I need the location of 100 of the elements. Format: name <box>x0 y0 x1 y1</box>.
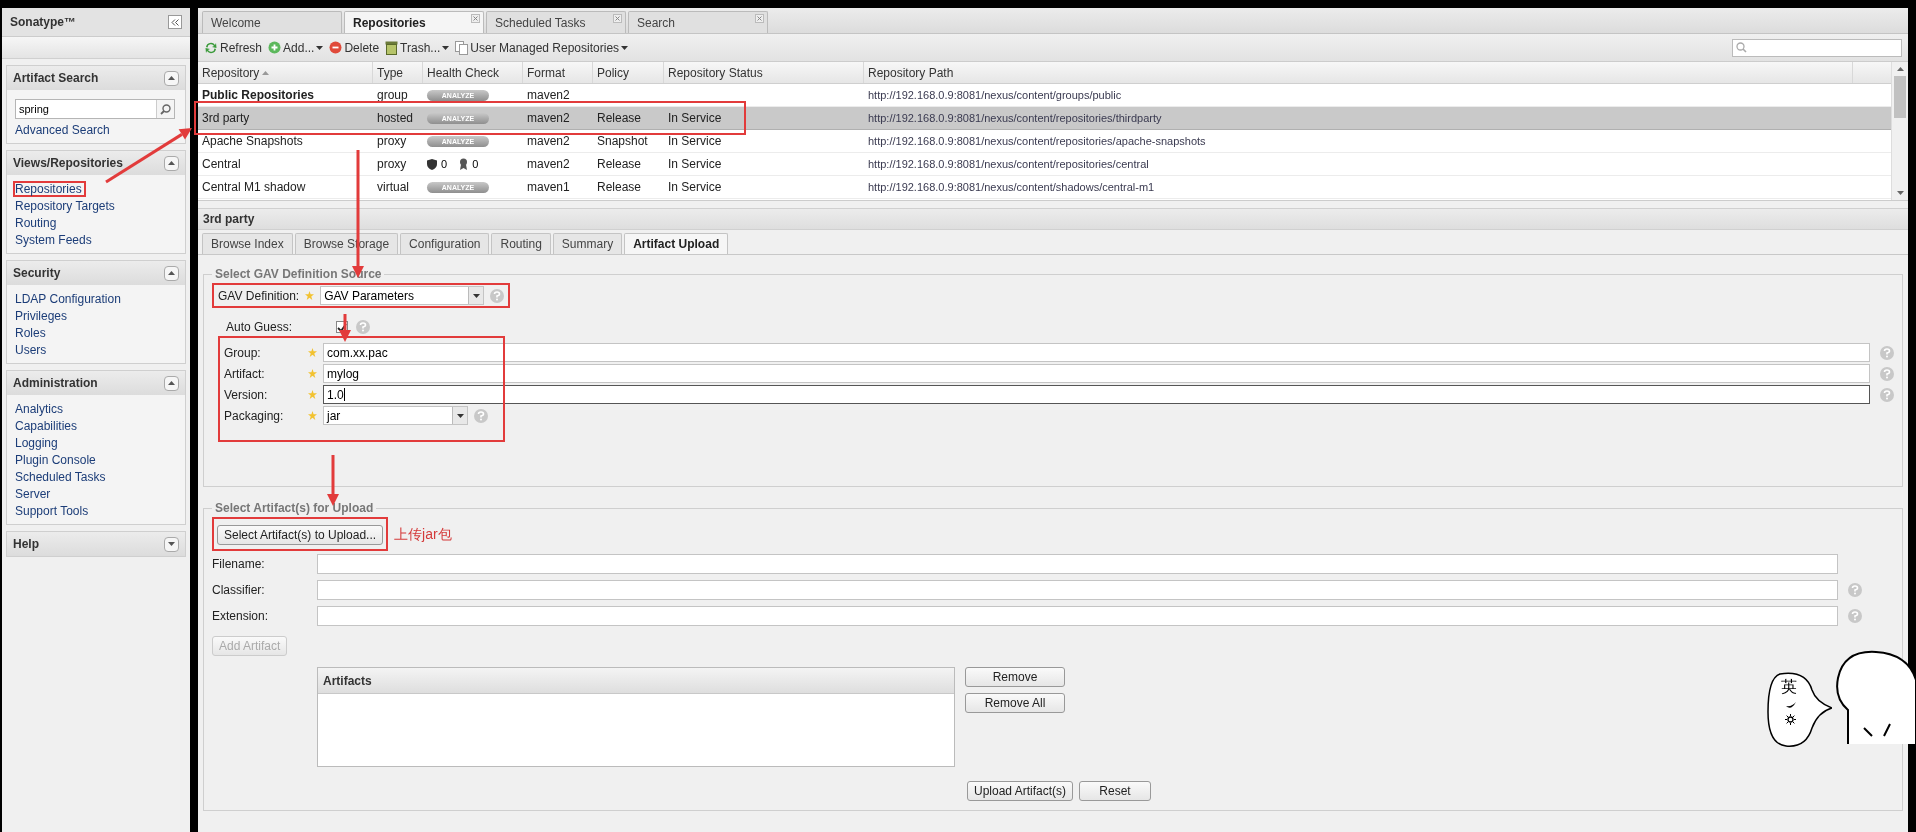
tab[interactable]: Scheduled Tasks <box>486 11 626 33</box>
nav-link[interactable]: Plugin Console <box>13 452 98 468</box>
field-label: Classifier: <box>212 582 266 599</box>
scrollbar[interactable] <box>1891 62 1908 200</box>
toolbar-button[interactable]: Trash... <box>385 38 450 57</box>
caret-icon <box>316 45 324 50</box>
nav-link[interactable]: Capabilities <box>13 418 80 434</box>
nav-link[interactable]: Advanced Search <box>13 122 112 138</box>
text-field[interactable]: 1.0 <box>323 385 1870 404</box>
help-icon[interactable] <box>1880 366 1894 381</box>
tab[interactable]: Welcome <box>202 11 342 33</box>
table-cell-text: 3rd party <box>202 110 250 127</box>
toolbar-button[interactable]: Delete <box>329 38 380 57</box>
collapse-button[interactable] <box>164 155 179 171</box>
table-cell-text: In Service <box>668 179 722 196</box>
panel-title: Help <box>13 536 39 553</box>
column-header[interactable]: Repository Status <box>664 62 864 83</box>
detail-tab[interactable]: Routing <box>491 233 551 254</box>
reset-button[interactable]: Reset <box>1079 781 1152 801</box>
text-field[interactable] <box>317 606 1838 626</box>
filter-field[interactable] <box>1732 38 1902 57</box>
nav-link[interactable]: Privileges <box>13 308 70 324</box>
column-header[interactable]: Health Check <box>423 62 523 83</box>
collapse-sidebar-button[interactable] <box>168 15 182 29</box>
nav-link[interactable]: Roles <box>13 325 48 341</box>
nav-link[interactable]: Support Tools <box>13 503 91 519</box>
remove-button[interactable]: Remove All <box>965 693 1065 713</box>
help-icon[interactable] <box>474 408 488 423</box>
table-cell-text: group <box>377 87 408 104</box>
required-star-icon <box>308 390 317 399</box>
double-chevron-icon <box>171 18 179 26</box>
refresh-icon <box>204 40 218 55</box>
detail-tab[interactable]: Summary <box>552 233 623 254</box>
text-field[interactable]: com.xx.pac <box>323 343 1870 362</box>
help-icon[interactable] <box>356 320 370 334</box>
close-icon[interactable] <box>755 14 764 23</box>
table-cell-text: http://192.168.0.9:8081/nexus/content/repositories/apache-snapshots <box>868 133 1206 149</box>
text-field[interactable] <box>317 580 1838 600</box>
help-icon[interactable] <box>1880 345 1894 360</box>
help-icon[interactable] <box>490 288 505 303</box>
collapse-button[interactable] <box>164 70 179 86</box>
nav-link[interactable]: Scheduled Tasks <box>13 469 108 485</box>
table-cell-text: Release <box>597 110 642 127</box>
expand-button[interactable] <box>164 536 179 552</box>
scroll-down-icon[interactable] <box>1896 191 1904 195</box>
table-cell-text: maven2 <box>527 110 570 127</box>
column-header[interactable]: Policy <box>593 62 664 83</box>
collapse-button[interactable] <box>164 375 179 391</box>
help-icon[interactable] <box>1848 609 1862 623</box>
nav-link[interactable]: Routing <box>13 215 59 231</box>
column-header[interactable]: Repository Path <box>864 62 1853 83</box>
search-field[interactable]: spring <box>15 99 175 119</box>
scrollbar-thumb[interactable] <box>1894 76 1906 118</box>
table-cell-text: virtual <box>377 179 409 196</box>
nav-link[interactable]: Users <box>13 342 49 358</box>
tab[interactable]: Repositories <box>344 11 484 33</box>
detail-tab[interactable]: Configuration <box>400 233 490 254</box>
nav-link[interactable]: System Feeds <box>13 232 94 248</box>
caret-up-icon <box>168 76 175 80</box>
text-field[interactable] <box>317 554 1838 574</box>
column-header[interactable]: Repository <box>198 62 373 83</box>
close-icon[interactable] <box>613 14 622 23</box>
table-cell-text: Public Repositories <box>202 87 315 104</box>
caret-up-icon <box>168 271 175 275</box>
nav-link[interactable]: Server <box>13 486 53 502</box>
search-icon <box>1736 42 1747 53</box>
nav-link[interactable]: Analytics <box>13 401 66 417</box>
upload-button[interactable]: Upload Artifact(s) <box>967 781 1074 801</box>
column-header[interactable]: Format <box>523 62 593 83</box>
tab[interactable]: Search <box>628 11 768 33</box>
field-label: Extension: <box>212 608 270 625</box>
toolbar-button[interactable]: Refresh <box>204 38 263 57</box>
nav-link[interactable]: LDAP Configuration <box>13 291 123 307</box>
detail-title: 3rd party <box>203 211 255 228</box>
toolbar-button[interactable]: Add... <box>268 38 324 57</box>
collapse-button[interactable] <box>164 265 179 281</box>
close-icon[interactable] <box>471 14 480 23</box>
field-label: Artifact: <box>224 365 266 383</box>
nav-link[interactable]: Repositories <box>13 181 86 197</box>
detail-tab[interactable]: Browse Index <box>202 233 293 254</box>
annotation-note: 上传jar包 <box>394 524 452 544</box>
toolbar-button[interactable]: User Managed Repositories <box>455 38 629 57</box>
help-icon[interactable] <box>1848 583 1862 597</box>
panel-title: Artifact Search <box>13 70 99 87</box>
table-cell-text: Central M1 shadow <box>202 179 306 196</box>
search-button[interactable] <box>156 100 174 118</box>
panel-title: Administration <box>13 375 98 392</box>
remove-button[interactable]: Remove <box>965 667 1065 687</box>
dropdown[interactable]: GAV Parameters <box>320 286 485 305</box>
text-field[interactable]: mylog <box>323 364 1870 383</box>
field-label: Auto Guess: <box>226 319 294 336</box>
select-artifacts-button[interactable]: Select Artifact(s) to Upload... <box>217 525 384 545</box>
scroll-up-icon[interactable] <box>1896 67 1904 71</box>
dropdown[interactable]: jar <box>323 406 468 425</box>
help-icon[interactable] <box>1880 387 1894 402</box>
detail-tab[interactable]: Artifact Upload <box>624 233 729 254</box>
nav-link[interactable]: Repository Targets <box>13 198 117 214</box>
column-header[interactable]: Type <box>373 62 423 83</box>
nav-link[interactable]: Logging <box>13 435 60 451</box>
panel-title: Views/Repositories <box>13 155 123 172</box>
